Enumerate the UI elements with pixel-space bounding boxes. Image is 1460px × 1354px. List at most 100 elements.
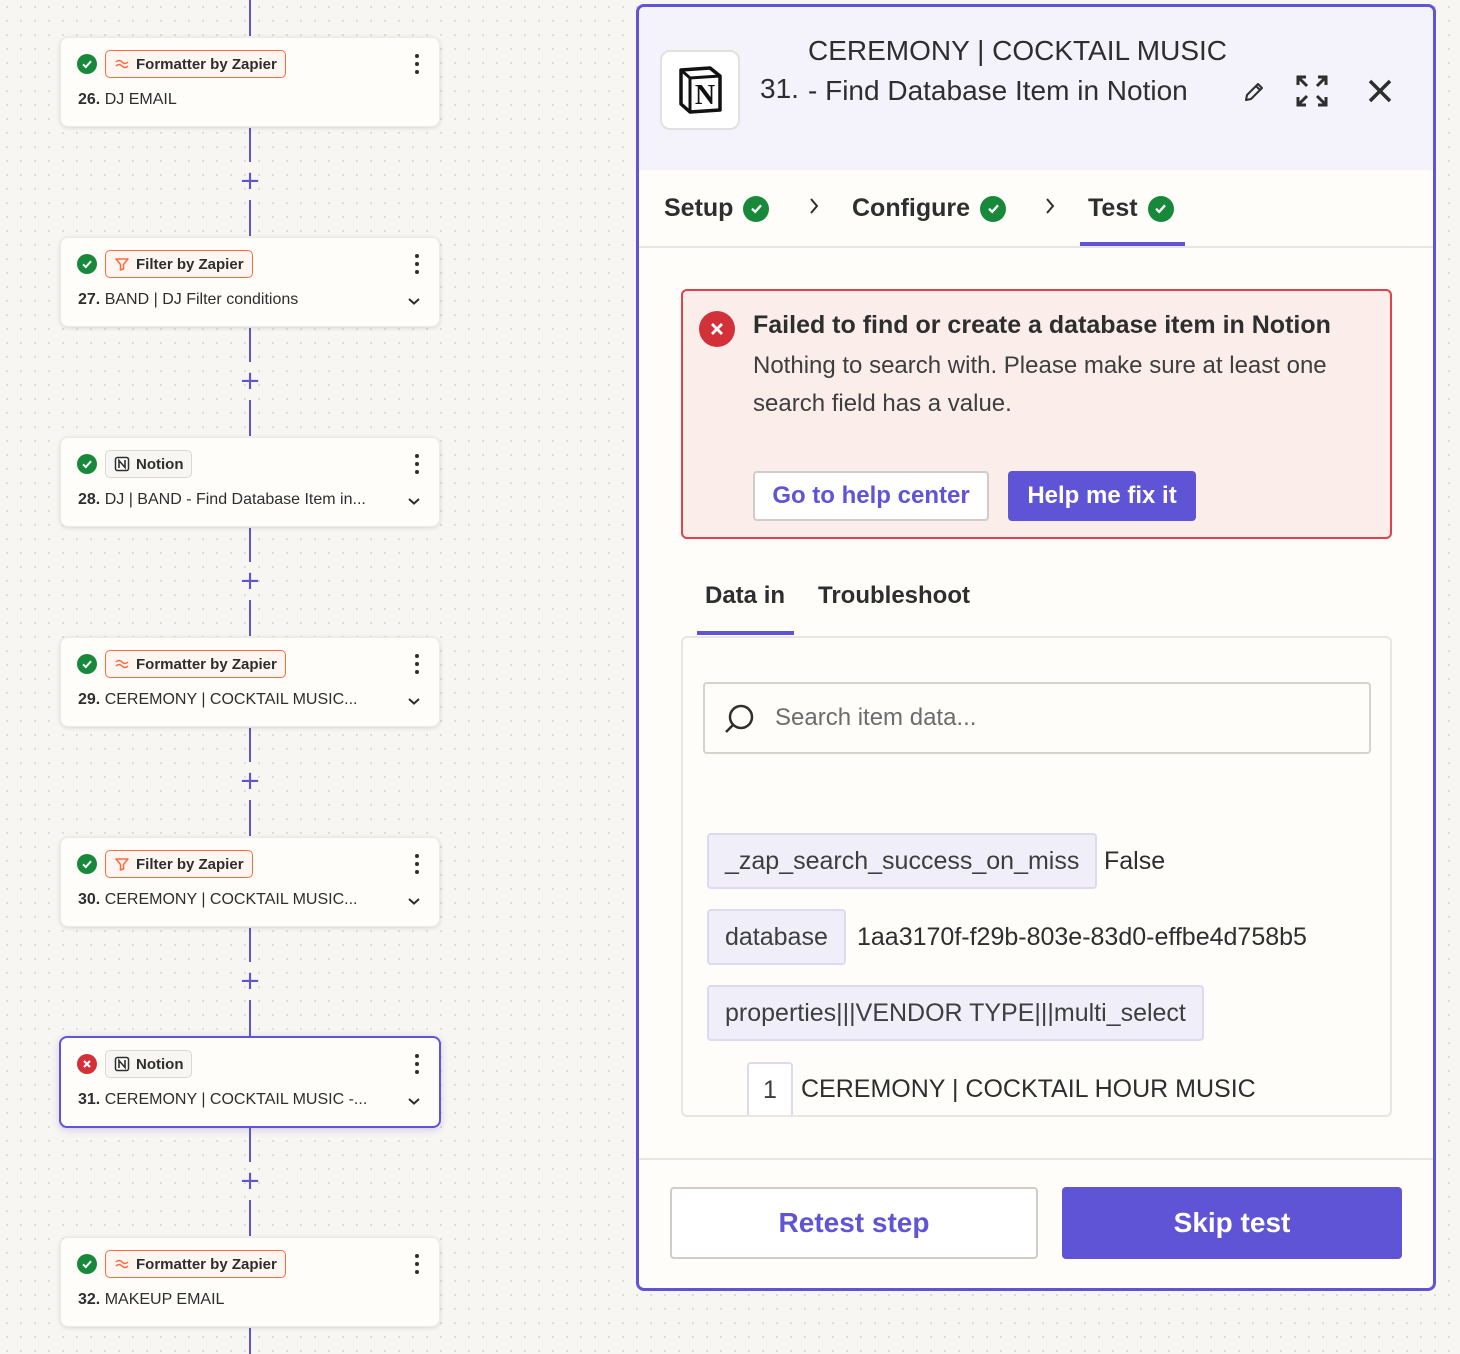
app-name: Notion	[136, 455, 184, 473]
app-badge: Filter by Zapier	[105, 850, 253, 878]
app-badge: Notion	[105, 450, 193, 478]
formatter-icon	[114, 1256, 130, 1272]
add-step-button[interactable]: +	[238, 568, 262, 594]
app-badge: Formatter by Zapier	[105, 1250, 286, 1278]
panel-header: N 31. CEREMONY | COCKTAIL MUSIC - Find D…	[639, 7, 1433, 170]
more-options-icon[interactable]	[413, 1254, 421, 1274]
connector-line	[249, 328, 251, 362]
step-card-28[interactable]: Notion 28. DJ | BAND - Find Database Ite…	[60, 437, 440, 527]
more-options-icon[interactable]	[413, 254, 421, 274]
error-x-icon	[77, 1054, 97, 1074]
app-badge: Formatter by Zapier	[105, 650, 286, 678]
error-message: Nothing to search with. Please make sure…	[753, 352, 1327, 417]
add-step-button[interactable]: +	[238, 168, 262, 194]
step-name: DJ EMAIL	[104, 91, 177, 108]
step-number: 31.	[78, 1091, 101, 1108]
connector-line	[249, 1200, 251, 1236]
step-card-30[interactable]: Filter by Zapier 30. CEREMONY | COCKTAIL…	[60, 837, 440, 927]
more-options-icon[interactable]	[413, 1054, 421, 1074]
chevron-down-icon[interactable]	[407, 296, 421, 306]
step-card-29[interactable]: Formatter by Zapier 29. CEREMONY | COCKT…	[60, 637, 440, 727]
step-title: 26. DJ EMAIL	[78, 91, 177, 109]
step-name: DJ | BAND - Find Database Item in...	[104, 491, 366, 508]
step-card-26[interactable]: Formatter by Zapier 26. DJ EMAIL	[60, 37, 440, 127]
step-number: 26.	[78, 91, 101, 108]
step-title: 30. CEREMONY | COCKTAIL MUSIC...	[78, 891, 357, 909]
success-check-icon	[77, 854, 97, 874]
success-check-icon	[77, 454, 97, 474]
go-to-help-center-button[interactable]: Go to help center	[753, 471, 989, 521]
filter-icon	[114, 856, 130, 872]
step-tabs: Setup Configure Test	[639, 170, 1433, 248]
app-badge: Filter by Zapier	[105, 250, 253, 278]
skip-test-button[interactable]: Skip test	[1062, 1187, 1402, 1259]
active-subtab-indicator	[697, 631, 794, 635]
step-number: 27.	[78, 291, 101, 308]
data-index-key[interactable]: 1	[747, 1062, 793, 1115]
retest-step-button[interactable]: Retest step	[670, 1187, 1038, 1259]
chevron-down-icon[interactable]	[407, 696, 421, 706]
search-input[interactable]	[775, 696, 1355, 740]
complete-check-icon	[1147, 195, 1174, 222]
app-name: Notion	[136, 1055, 184, 1073]
error-alert: Failed to find or create a database item…	[681, 289, 1392, 539]
tab-label: Configure	[852, 194, 971, 222]
formatter-icon	[114, 56, 130, 72]
step-number: 29.	[78, 691, 101, 708]
step-detail-panel: N 31. CEREMONY | COCKTAIL MUSIC - Find D…	[636, 4, 1436, 1291]
chevron-down-icon[interactable]	[407, 496, 421, 506]
tab-label: Test	[1088, 194, 1138, 222]
tab-configure[interactable]: Configure	[852, 194, 1007, 223]
tab-test[interactable]: Test	[1088, 194, 1174, 223]
step-number: 30.	[78, 891, 101, 908]
step-number: 32.	[78, 1291, 101, 1308]
add-step-button[interactable]: +	[238, 368, 262, 394]
error-x-icon	[699, 311, 735, 347]
step-card-31[interactable]: Notion 31. CEREMONY | COCKTAIL MUSIC -..…	[59, 1036, 441, 1128]
footer-divider	[639, 1158, 1433, 1160]
tab-label: Setup	[664, 194, 734, 222]
tab-setup[interactable]: Setup	[664, 194, 770, 223]
svg-text:N: N	[695, 80, 715, 111]
app-name: Filter by Zapier	[136, 855, 244, 873]
connector-line	[249, 528, 251, 562]
step-name: CEREMONY | COCKTAIL MUSIC...	[104, 891, 358, 908]
more-options-icon[interactable]	[413, 854, 421, 874]
step-title: 32. MAKEUP EMAIL	[78, 1291, 224, 1309]
help-me-fix-it-button[interactable]: Help me fix it	[1008, 471, 1196, 521]
data-value: False	[1104, 847, 1166, 875]
more-options-icon[interactable]	[413, 654, 421, 674]
chevron-right-icon	[810, 198, 819, 214]
step-card-32[interactable]: Formatter by Zapier 32. MAKEUP EMAIL	[60, 1237, 440, 1327]
connector-line	[249, 1328, 251, 1354]
close-icon[interactable]	[1364, 75, 1396, 107]
subtab-data-in[interactable]: Data in	[705, 582, 785, 610]
success-check-icon	[77, 654, 97, 674]
add-step-button[interactable]: +	[238, 768, 262, 794]
connector-line	[249, 1128, 251, 1162]
more-options-icon[interactable]	[413, 54, 421, 74]
connector-line	[249, 200, 251, 236]
data-key[interactable]: _zap_search_success_on_miss	[707, 833, 1098, 889]
data-in-container: _zap_search_success_on_miss False databa…	[681, 636, 1392, 1117]
chevron-down-icon[interactable]	[407, 896, 421, 906]
data-key[interactable]: database	[707, 909, 846, 965]
add-step-button[interactable]: +	[238, 1168, 262, 1194]
step-title: 29. CEREMONY | COCKTAIL MUSIC...	[78, 691, 357, 709]
add-step-button[interactable]: +	[238, 968, 262, 994]
more-options-icon[interactable]	[413, 454, 421, 474]
filter-icon	[114, 256, 130, 272]
step-name: CEREMONY | COCKTAIL MUSIC...	[104, 691, 358, 708]
step-card-27[interactable]: Filter by Zapier 27. BAND | DJ Filter co…	[60, 237, 440, 327]
app-badge: Formatter by Zapier	[105, 50, 286, 78]
connector-line	[249, 600, 251, 636]
notion-icon	[114, 1056, 130, 1072]
error-title: Failed to find or create a database item…	[753, 311, 1331, 339]
expand-icon[interactable]	[1292, 71, 1332, 111]
data-key[interactable]: properties|||VENDOR TYPE|||multi_select	[707, 985, 1204, 1041]
success-check-icon	[77, 54, 97, 74]
edit-pencil-icon[interactable]	[1239, 77, 1269, 107]
subtab-troubleshoot[interactable]: Troubleshoot	[818, 582, 970, 610]
chevron-down-icon[interactable]	[407, 1096, 421, 1106]
connector-line	[249, 728, 251, 762]
